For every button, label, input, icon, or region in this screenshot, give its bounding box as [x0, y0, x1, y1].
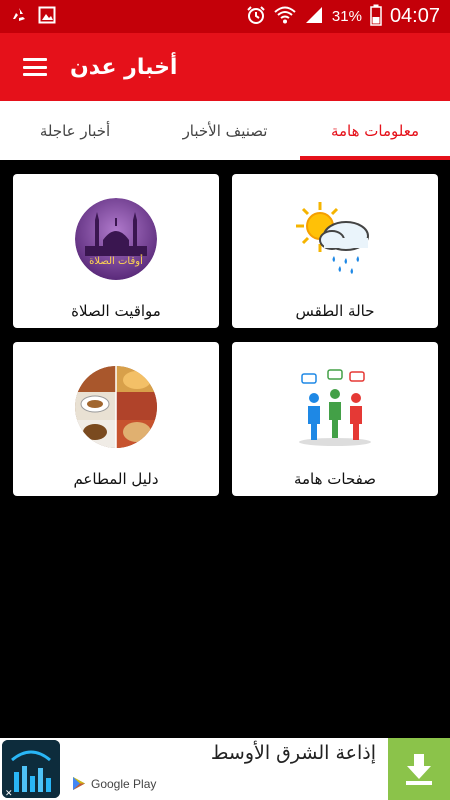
prayer-times-icon: أوقات الصلاة — [75, 198, 157, 280]
recycle-icon — [10, 6, 28, 28]
tab-bar: معلومات هامة تصنيف الأخبار أخبار عاجلة — [0, 101, 450, 160]
status-bar: 31% 04:07 — [0, 0, 450, 33]
tab-news-categories[interactable]: تصنيف الأخبار — [150, 101, 300, 160]
google-play-icon — [73, 777, 85, 790]
ad-title[interactable]: إذاعة الشرق الأوسط — [211, 742, 376, 764]
hamburger-menu-icon[interactable] — [0, 33, 70, 101]
battery-percent: 31% — [331, 8, 362, 25]
card-label: صفحات هامة — [293, 470, 377, 488]
battery-icon — [370, 4, 382, 30]
image-icon — [38, 6, 56, 28]
tab-important-info[interactable]: معلومات هامة — [300, 101, 450, 160]
card-restaurants[interactable]: دليل المطاعم — [13, 342, 219, 496]
alarm-icon — [246, 5, 266, 29]
google-play-label: Google Play — [91, 776, 157, 791]
app-bar: أخبار عدن — [0, 33, 450, 101]
status-time: 04:07 — [389, 5, 440, 27]
card-weather[interactable]: حالة الطقس — [232, 174, 438, 328]
app-title: أخبار عدن — [70, 54, 178, 80]
google-play-badge[interactable]: Google Play — [72, 776, 156, 791]
card-label: دليل المطاعم — [73, 470, 159, 488]
prayer-image-text: أوقات الصلاة — [89, 254, 143, 267]
card-prayer-times[interactable]: أوقات الصلاة مواقيت الصلاة — [13, 174, 219, 328]
download-icon — [406, 754, 432, 785]
card-label: حالة الطقس — [295, 302, 375, 320]
tab-breaking-news[interactable]: أخبار عاجلة — [0, 101, 150, 160]
ad-banner[interactable]: ✕ إذاعة الشرق الأوسط Google Play — [0, 738, 450, 800]
restaurants-food-icon — [75, 366, 157, 448]
card-label: مواقيت الصلاة — [71, 302, 161, 320]
card-important-pages[interactable]: صفحات هامة — [232, 342, 438, 496]
signal-icon — [304, 5, 324, 29]
svg-text:✕: ✕ — [5, 789, 13, 798]
people-chat-icon — [294, 366, 376, 448]
download-button[interactable] — [388, 738, 450, 800]
content-grid: حالة الطقس أوقات الصلاة مواقيت الصلاة صف… — [0, 160, 450, 738]
weather-icon — [294, 198, 376, 280]
radio-app-icon[interactable]: ✕ — [2, 740, 60, 798]
wifi-icon — [274, 5, 296, 29]
